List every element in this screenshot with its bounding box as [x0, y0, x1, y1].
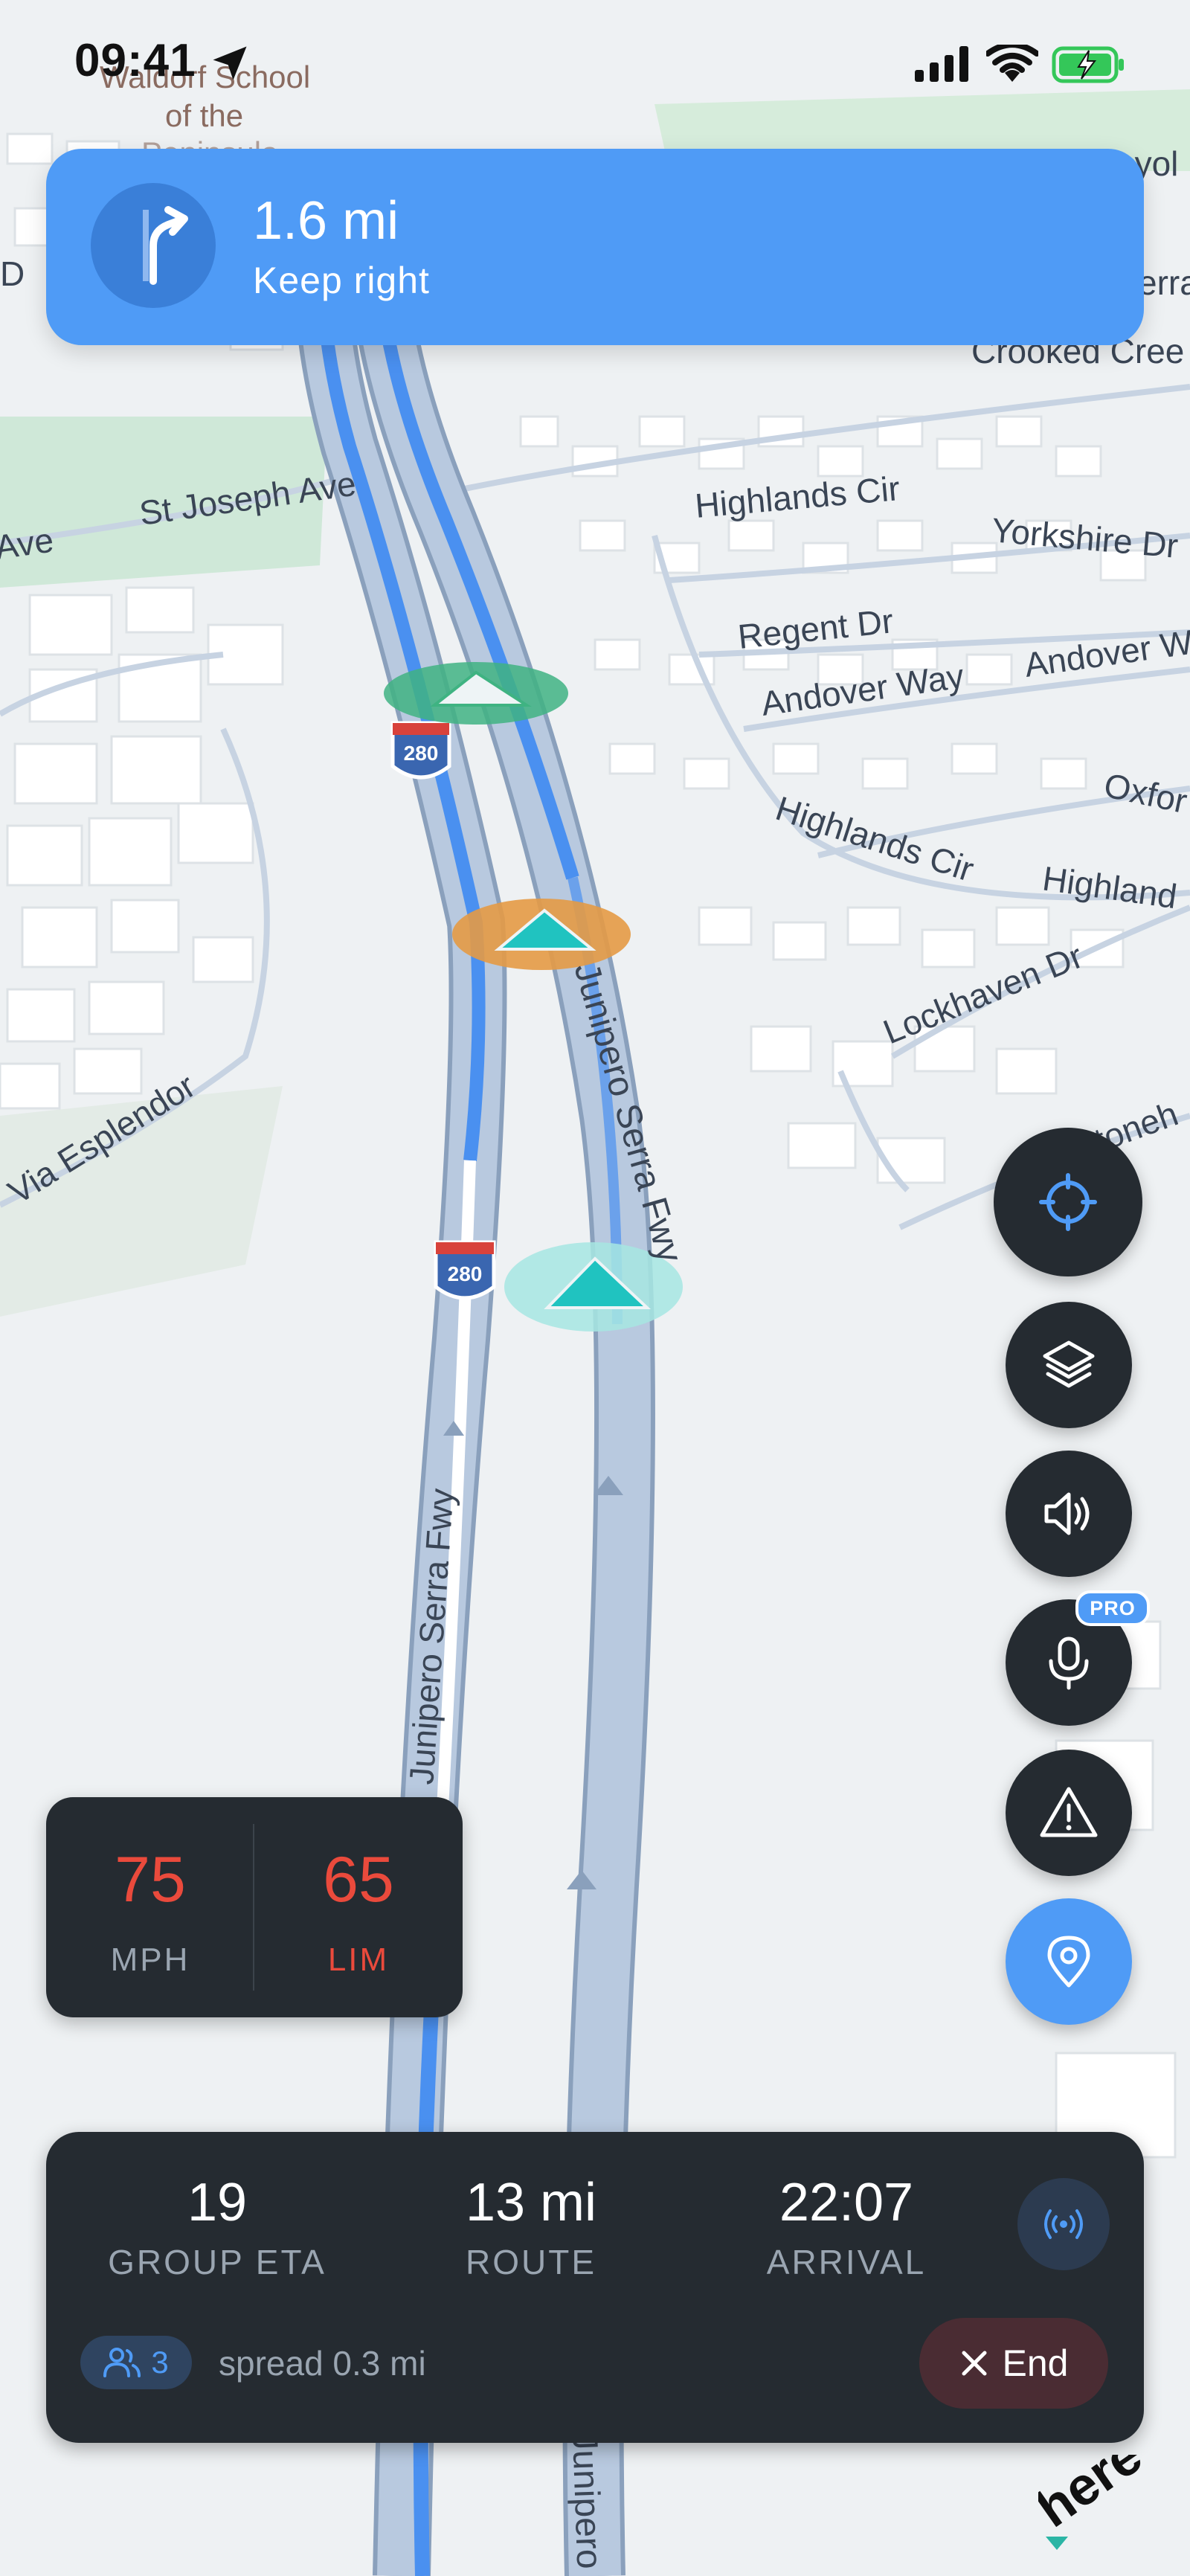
arrival-time-label: ARRIVAL [766, 2243, 927, 2281]
group-eta-value: 19 [187, 2173, 248, 2232]
end-label: End [1002, 2342, 1069, 2384]
layers-button[interactable] [1006, 1302, 1132, 1428]
current-speed-unit: MPH [110, 1941, 190, 1978]
group-members-pill[interactable]: 3 [80, 2336, 192, 2389]
volume-icon [1044, 1492, 1090, 1535]
speed-limit: 65 [323, 1844, 394, 1915]
volume-button[interactable] [1006, 1451, 1132, 1577]
street-label: erra [1138, 263, 1190, 302]
poi-label: of the [165, 98, 243, 133]
speed-panel: 75 MPH 65 LIM [46, 1797, 463, 2017]
drop-pin-button[interactable] [1006, 1898, 1132, 2025]
group-spread: spread 0.3 mi [219, 2344, 426, 2383]
warning-icon [1040, 1787, 1098, 1837]
broadcast-icon [1044, 2209, 1083, 2239]
recenter-icon [1039, 1173, 1097, 1231]
location-services-icon [213, 46, 247, 80]
location-pin-icon [1047, 1936, 1090, 1988]
street-label: Ave [0, 520, 56, 566]
cellular-signal-icon [915, 46, 968, 82]
maneuver-distance: 1.6 mi [253, 191, 399, 251]
here-logo: here [1026, 2425, 1165, 2551]
trip-summary-panel: 19 GROUP ETA 13 mi ROUTE 22:07 ARRIVAL 3… [46, 2132, 1144, 2443]
shield-label: 280 [404, 742, 439, 765]
street-label: Junipero [565, 2432, 608, 2570]
layers-icon [1043, 1340, 1095, 1388]
pro-badge: PRO [1075, 1590, 1150, 1626]
shield-label: 280 [448, 1262, 483, 1285]
report-hazard-button[interactable] [1006, 1750, 1132, 1876]
group-users-icon [103, 2348, 141, 2377]
group-count: 3 [151, 2345, 169, 2380]
navigation-banner[interactable]: 1.6 mi Keep right [46, 149, 1144, 345]
status-time: 09:41 [74, 35, 196, 86]
current-speed: 75 [115, 1844, 186, 1915]
recenter-button[interactable] [994, 1128, 1142, 1276]
end-navigation-button[interactable]: End [919, 2318, 1108, 2409]
svg-text:here: here [1038, 2455, 1153, 2539]
route-distance-value: 13 mi [465, 2173, 597, 2232]
group-member-marker[interactable] [384, 662, 568, 725]
microphone-icon [1049, 1637, 1089, 1690]
group-eta-label: GROUP ETA [108, 2243, 327, 2281]
street-label: D [0, 254, 25, 293]
close-icon [962, 2351, 987, 2376]
arrival-time-value: 22:07 [779, 2173, 914, 2232]
battery-charging-icon [1052, 46, 1124, 83]
keep-right-arrow-icon [91, 183, 216, 308]
route-distance-label: ROUTE [466, 2243, 596, 2281]
wifi-icon [986, 45, 1038, 82]
speed-limit-label: LIM [327, 1941, 390, 1978]
broadcast-button[interactable] [1017, 2178, 1110, 2270]
maneuver-instruction: Keep right [253, 260, 430, 301]
